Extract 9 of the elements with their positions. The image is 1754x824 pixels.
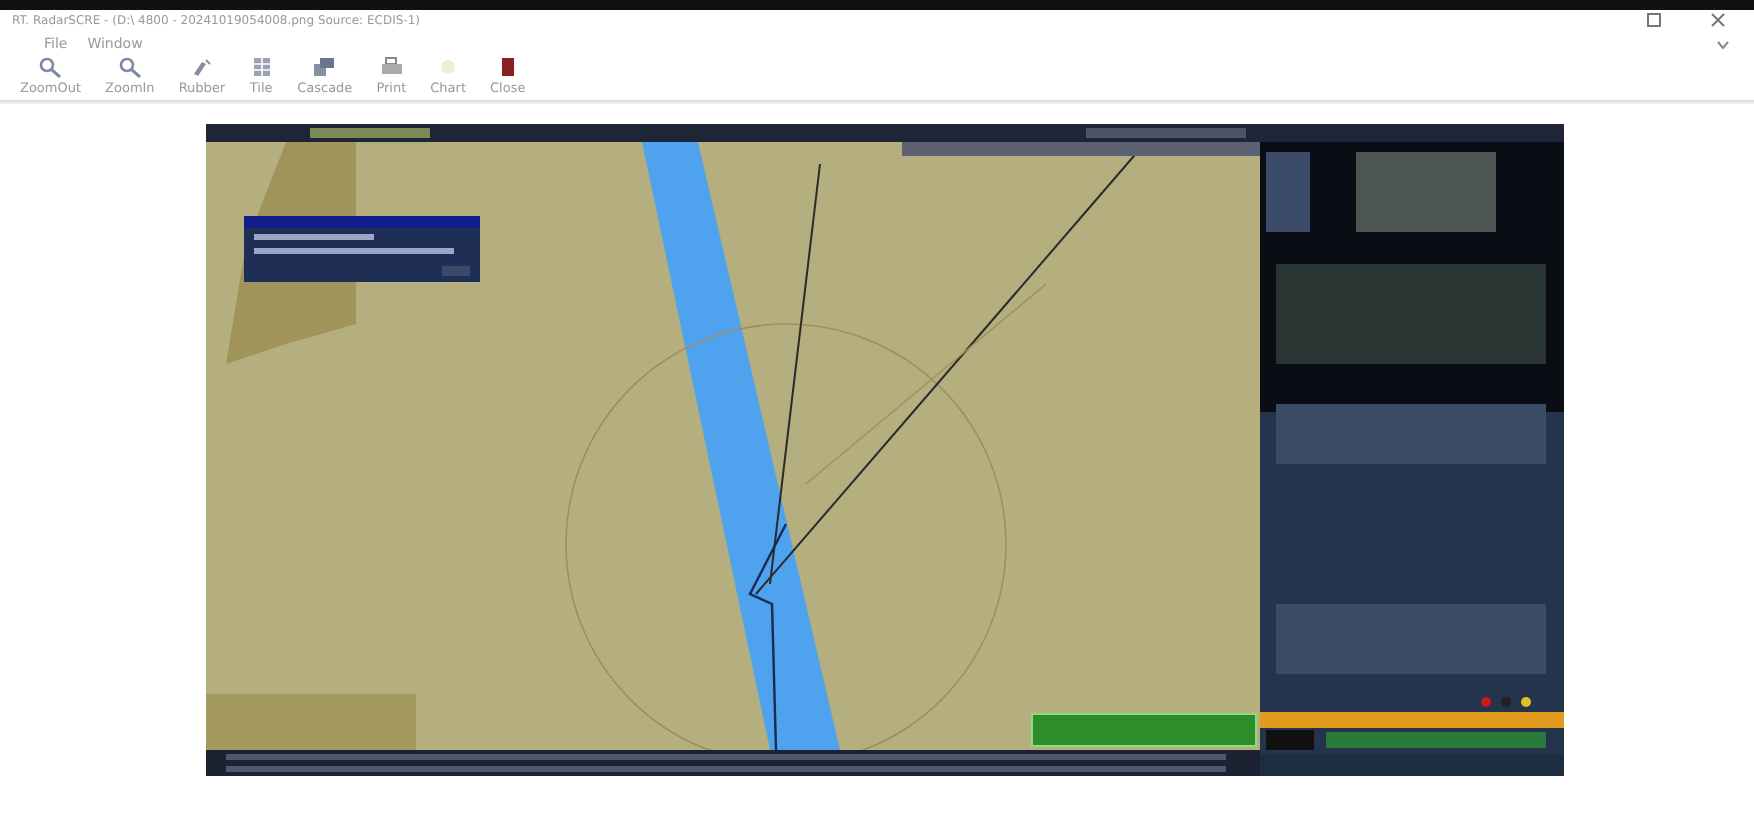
- magnifier-icon: [117, 56, 142, 78]
- close-icon[interactable]: [1710, 12, 1726, 28]
- magnifier-icon: [38, 56, 63, 78]
- restore-icon[interactable]: [1646, 12, 1662, 28]
- pencil-icon: [189, 56, 214, 78]
- windows-icon: [312, 56, 337, 78]
- printer-icon: [379, 56, 404, 78]
- grid-icon: [249, 56, 274, 78]
- chevron-icon[interactable]: [1716, 40, 1730, 50]
